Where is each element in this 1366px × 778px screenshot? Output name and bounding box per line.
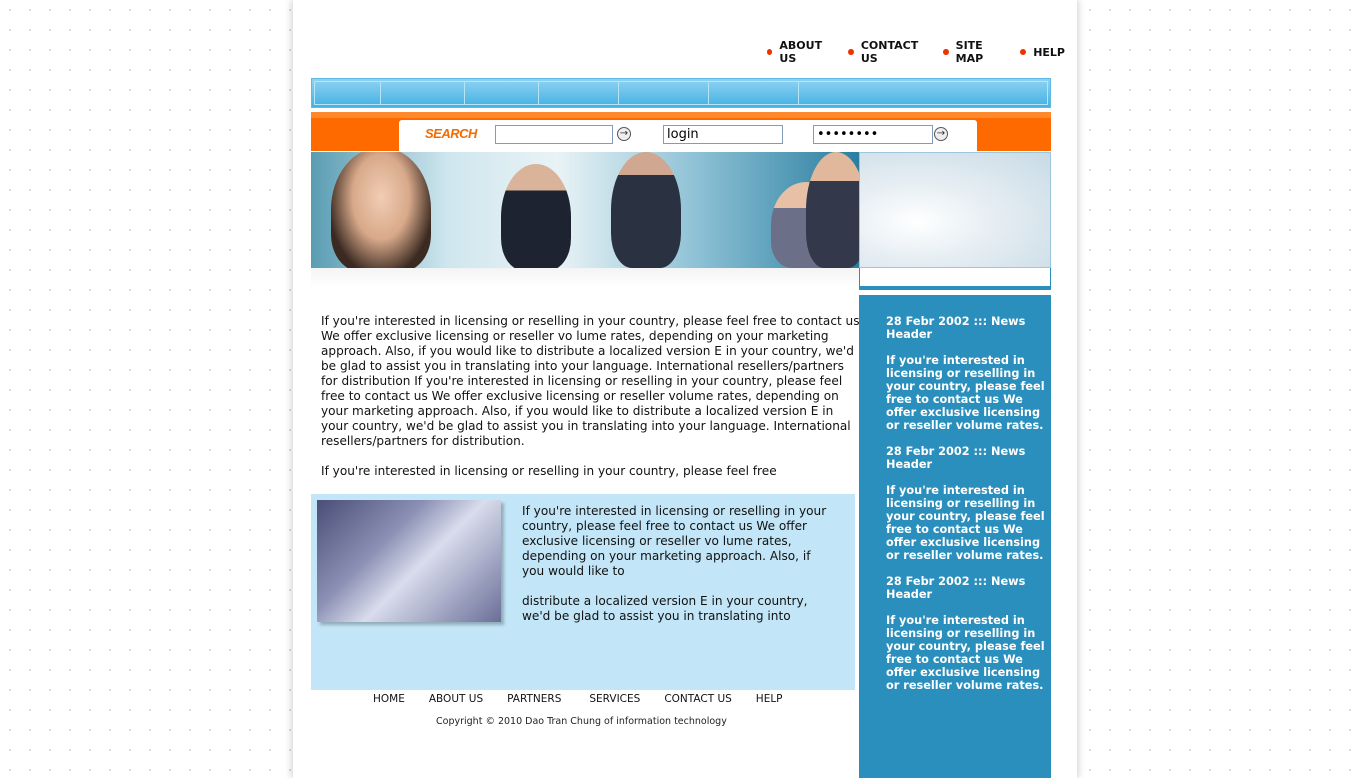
banner-decorative-image <box>859 152 1051 268</box>
top-link-label: CONTACT US <box>860 39 919 65</box>
search-go-icon[interactable]: → <box>617 127 631 141</box>
page-container: ABOUT US CONTACT US SITE MAP HELP SEARCH… <box>293 0 1077 778</box>
nav-item-7[interactable] <box>799 82 1047 104</box>
top-link-site-map[interactable]: SITE MAP <box>943 39 1008 65</box>
main-paragraph: If you're interested in licensing or res… <box>321 314 860 448</box>
nav-item-6[interactable] <box>709 82 799 104</box>
news-sidebar: 28 Febr 2002 ::: News Header If you're i… <box>859 295 1051 778</box>
bullet-icon <box>767 49 773 55</box>
feature-paragraph: distribute a localized version E in your… <box>522 594 808 623</box>
news-list: 28 Febr 2002 ::: News Header If you're i… <box>886 315 1046 705</box>
top-link-label: HELP <box>1033 45 1065 59</box>
nav-item-2[interactable] <box>381 82 465 104</box>
man-photo <box>806 152 859 268</box>
main-paragraph: If you're interested in licensing or res… <box>321 464 777 478</box>
top-link-help[interactable]: HELP <box>1020 46 1065 59</box>
banner-shadow <box>311 268 859 288</box>
news-item: 28 Febr 2002 ::: News Header If you're i… <box>886 315 1046 432</box>
news-header[interactable]: 28 Febr 2002 ::: News Header <box>886 445 1046 471</box>
news-item: 28 Febr 2002 ::: News Header If you're i… <box>886 445 1046 562</box>
top-link-about-us[interactable]: ABOUT US <box>767 39 836 65</box>
nav-item-4[interactable] <box>539 82 619 104</box>
news-item: 28 Febr 2002 ::: News Header If you're i… <box>886 575 1046 692</box>
search-login-bar: SEARCH → → <box>311 112 1051 151</box>
footer-link-partners[interactable]: PARTNERS <box>507 693 561 705</box>
password-field[interactable] <box>813 125 933 144</box>
nav-item-1[interactable] <box>315 82 381 104</box>
search-input[interactable] <box>495 125 613 144</box>
news-header[interactable]: 28 Febr 2002 ::: News Header <box>886 575 1046 601</box>
footer-link-about-us[interactable]: ABOUT US <box>429 693 483 705</box>
login-go-icon[interactable]: → <box>934 127 948 141</box>
news-body: If you're interested in licensing or res… <box>886 614 1045 692</box>
top-link-label: SITE MAP <box>955 39 984 65</box>
nav-item-5[interactable] <box>619 82 709 104</box>
search-label: SEARCH <box>425 126 477 141</box>
feature-box: If you're interested in licensing or res… <box>311 494 855 690</box>
feature-text: If you're interested in licensing or res… <box>522 504 832 639</box>
header-banner-image <box>311 152 859 268</box>
copyright-text: Copyright © 2010 Dao Tran Chung of infor… <box>436 716 727 727</box>
man-photo <box>611 152 681 268</box>
news-header[interactable]: 28 Febr 2002 ::: News Header <box>886 315 1046 341</box>
top-link-contact-us[interactable]: CONTACT US <box>848 39 931 65</box>
man-photo <box>501 164 571 268</box>
bullet-icon <box>943 49 949 55</box>
news-body: If you're interested in licensing or res… <box>886 484 1045 562</box>
username-field[interactable] <box>663 125 783 144</box>
nav-item-3[interactable] <box>465 82 539 104</box>
bullet-icon <box>848 49 854 55</box>
top-links: ABOUT US CONTACT US SITE MAP HELP <box>767 39 1077 65</box>
news-body: If you're interested in licensing or res… <box>886 354 1045 432</box>
footer-link-home[interactable]: HOME <box>373 693 405 705</box>
footer-link-help[interactable]: HELP <box>756 693 783 705</box>
footer-link-services[interactable]: SERVICES <box>589 693 640 705</box>
feature-paragraph: If you're interested in licensing or res… <box>522 504 827 578</box>
footer-nav: HOME ABOUT US PARTNERS SERVICES CONTACT … <box>373 693 807 705</box>
office-phone-photo <box>317 500 501 622</box>
sidebar-cap <box>859 268 1051 290</box>
main-content: If you're interested in licensing or res… <box>321 314 861 494</box>
footer-link-contact-us[interactable]: CONTACT US <box>664 693 731 705</box>
bullet-icon <box>1020 49 1027 55</box>
main-navbar <box>311 78 1051 108</box>
woman-headset-photo <box>331 152 431 268</box>
top-link-label: ABOUT US <box>779 39 823 65</box>
orange-stripe <box>311 112 1051 118</box>
